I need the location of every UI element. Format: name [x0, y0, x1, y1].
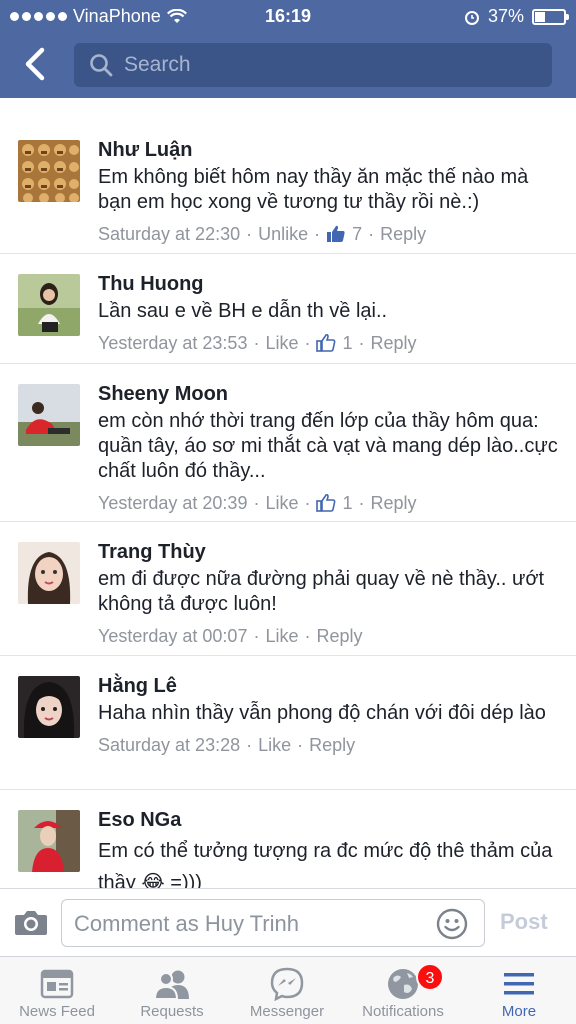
reply-button[interactable]: Reply [371, 490, 417, 516]
unlike-button[interactable]: Unlike [258, 221, 308, 247]
messenger-icon [270, 967, 304, 1001]
comment-item: Trang Thùy em đi được nữa đường phải qua… [0, 522, 576, 656]
top-header: VinaPhone 16:19 37% Search [0, 0, 576, 98]
status-bar: VinaPhone 16:19 37% [0, 0, 576, 32]
comment-meta: Yesterday at 20:39 · Like · 1 · Reply [98, 490, 564, 516]
commenter-name[interactable]: Eso NGa [98, 806, 564, 834]
comment-text: Haha nhìn thầy vẫn phong độ chán với đôi… [98, 702, 546, 724]
comment-input[interactable] [74, 909, 424, 939]
like-button[interactable]: Like [265, 623, 298, 649]
comment-item: Hằng Lê Haha nhìn thầy vẫn phong độ chán… [0, 656, 576, 790]
like-thumb-icon [316, 333, 336, 352]
reply-button[interactable]: Reply [371, 330, 417, 356]
comment-time: Yesterday at 20:39 [98, 493, 248, 513]
comment-meta: Yesterday at 23:53 · Like · 1 · Reply [98, 330, 564, 356]
avatar[interactable] [18, 140, 80, 202]
alarm-icon [464, 10, 479, 25]
search-icon [90, 54, 113, 77]
status-right: 37% [464, 6, 569, 27]
tab-label: News Feed [19, 1003, 95, 1020]
comment-meta: Saturday at 23:28 · Like · Reply [98, 732, 564, 758]
avatar[interactable] [18, 542, 80, 604]
tab-label: Messenger [249, 1003, 325, 1020]
like-thumb-icon [327, 225, 345, 242]
like-button[interactable]: Like [265, 330, 298, 356]
tab-label: Requests [140, 1003, 204, 1020]
tab-label: Notifications [362, 1003, 444, 1020]
tab-news-feed[interactable]: News Feed [0, 957, 114, 1024]
avatar[interactable] [18, 384, 80, 446]
post-button[interactable]: Post [500, 909, 548, 935]
bottom-tab-bar: News Feed Requests Messenger 3 Notificat… [0, 956, 576, 1024]
comment-time: Saturday at 23:28 [98, 735, 241, 755]
notification-badge: 3 [416, 963, 444, 991]
avatar[interactable] [18, 676, 80, 738]
like-count: 1 [342, 333, 353, 353]
comment-time: Yesterday at 23:53 [98, 333, 248, 353]
tab-more[interactable]: More [462, 957, 576, 1024]
commenter-name[interactable]: Trang Thùy [98, 538, 564, 566]
like-count: 7 [352, 224, 363, 244]
comment-text: Lần sau e về BH e dẫn th về lại.. [98, 300, 388, 322]
comment-composer: Post [0, 888, 576, 956]
comment-field[interactable] [61, 899, 485, 947]
reply-button[interactable]: Reply [309, 732, 355, 758]
comment-item: Như Luận Em không biết hôm nay thầy ăn m… [0, 120, 576, 254]
tab-notifications[interactable]: 3 Notifications [344, 957, 462, 1024]
comment-item: Sheeny Moon em còn nhớ thời trang đến lớ… [0, 364, 576, 522]
commenter-name[interactable]: Như Luận [98, 136, 564, 164]
battery-percent: 37% [487, 6, 524, 26]
comment-meta: Saturday at 22:30 · Unlike · 7 · Reply [98, 221, 564, 247]
tab-label: More [501, 1003, 537, 1020]
like-button[interactable]: Like [258, 732, 291, 758]
news-feed-icon [40, 969, 74, 999]
comment-text: Em có thể tưởng tượng ra đc mức độ thê t… [98, 840, 553, 888]
reply-button[interactable]: Reply [316, 623, 362, 649]
battery-icon [532, 8, 569, 25]
tab-messenger[interactable]: Messenger [230, 957, 344, 1024]
comment-list[interactable]: Như Luận Em không biết hôm nay thầy ăn m… [0, 98, 576, 888]
like-button[interactable]: Like [265, 490, 298, 516]
like-count: 1 [342, 493, 353, 513]
comment-item: Thu Huong Lần sau e về BH e dẫn th về lạ… [0, 254, 576, 364]
comment-text: em còn nhớ thời trang đến lớp của thầy h… [98, 410, 558, 482]
comment-time: Saturday at 22:30 [98, 224, 241, 244]
commenter-name[interactable]: Sheeny Moon [98, 380, 564, 408]
emoji-smiley-icon[interactable] [436, 908, 468, 940]
comment-time: Yesterday at 00:07 [98, 626, 248, 646]
camera-icon[interactable] [14, 907, 48, 937]
commenter-name[interactable]: Hằng Lê [98, 672, 564, 700]
commenter-name[interactable]: Thu Huong [98, 270, 564, 298]
menu-icon [504, 973, 534, 995]
search-placeholder: Search [124, 53, 191, 76]
comment-text: Em không biết hôm nay thầy ăn mặc thế nà… [98, 166, 529, 213]
avatar[interactable] [18, 274, 80, 336]
comment-meta: Yesterday at 00:07 · Like · Reply [98, 623, 564, 649]
friend-requests-icon [154, 970, 189, 1000]
comment-item: Eso NGa Em có thể tưởng tượng ra đc mức … [0, 790, 576, 888]
comment-text: em đi được nữa đường phải quay về nè thầ… [98, 568, 545, 615]
globe-icon [388, 969, 418, 999]
reply-button[interactable]: Reply [380, 221, 426, 247]
like-thumb-icon [316, 493, 336, 512]
avatar[interactable] [18, 810, 80, 872]
search-bar[interactable]: Search [74, 43, 552, 87]
back-arrow-icon[interactable] [18, 44, 54, 84]
tab-requests[interactable]: Requests [114, 957, 230, 1024]
